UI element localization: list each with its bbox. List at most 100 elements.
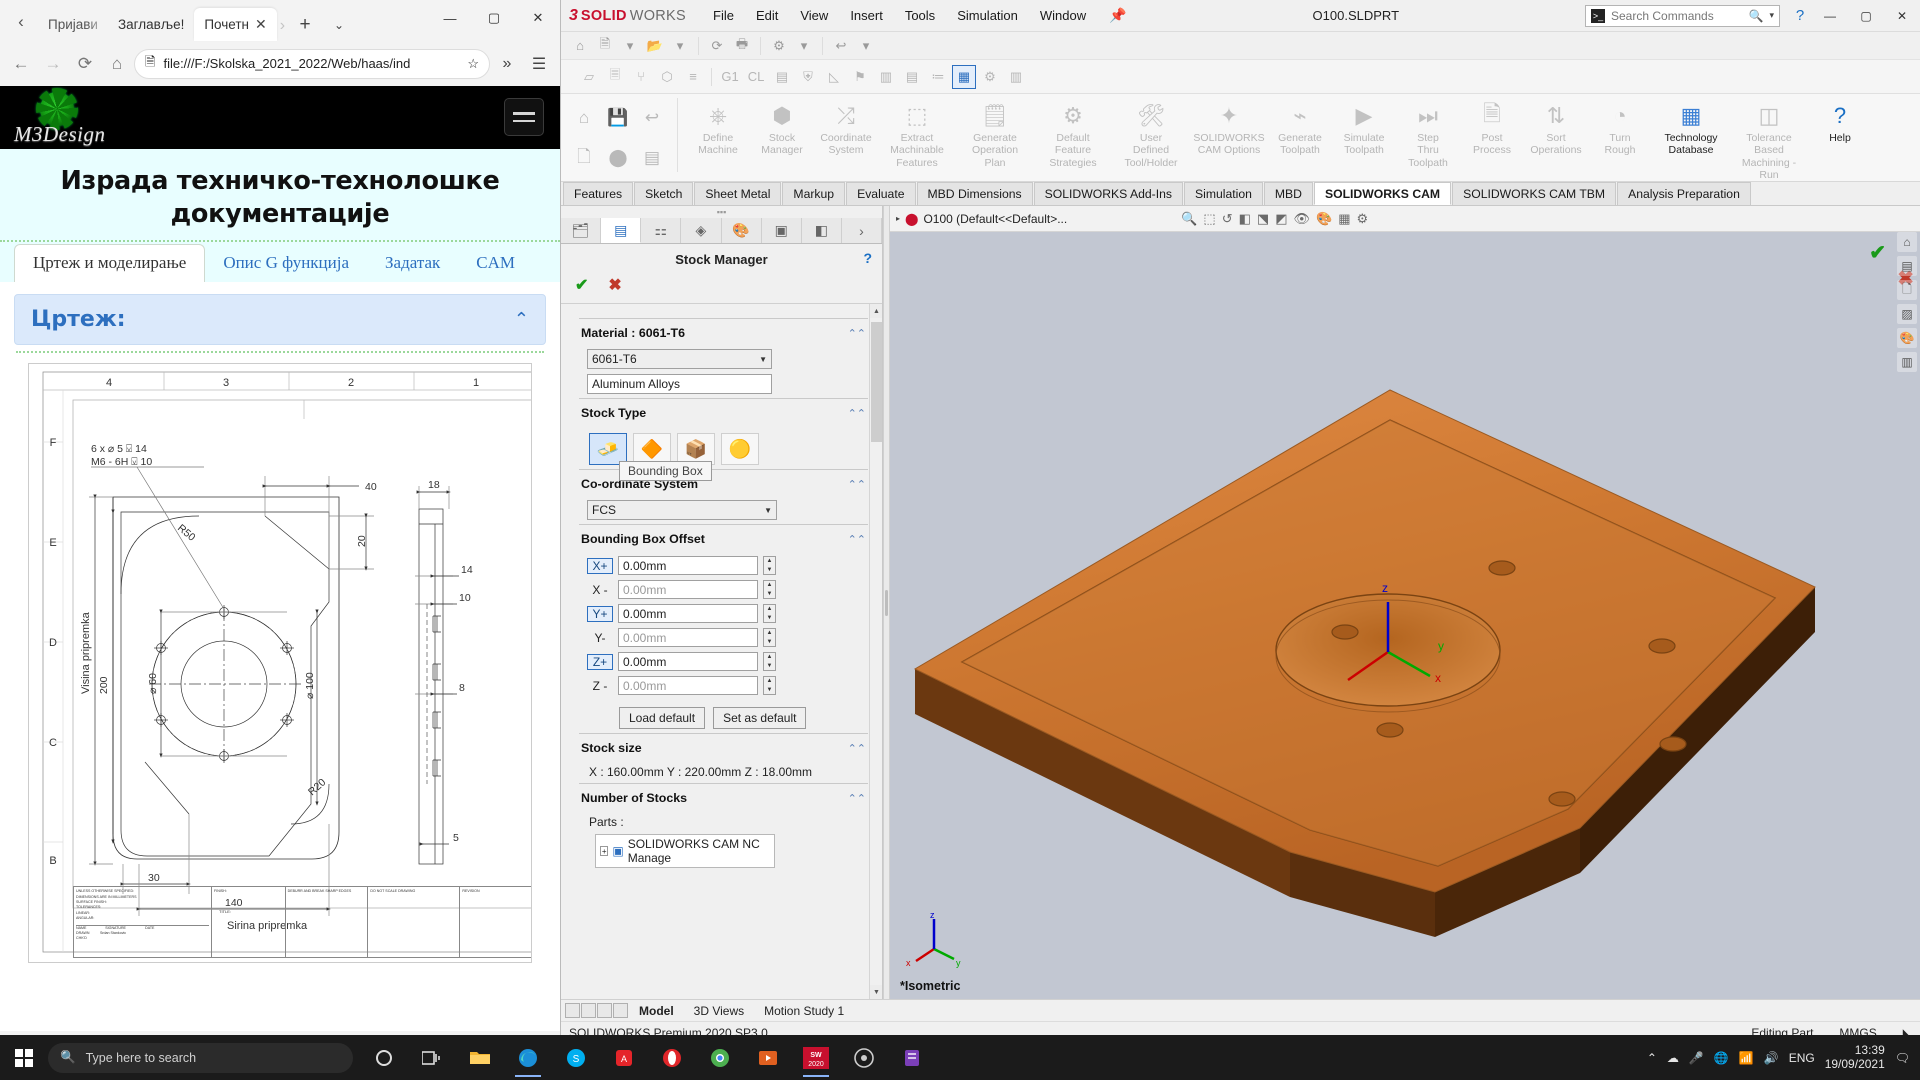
coordinate-system-select[interactable]: FCS ▼ [587, 500, 777, 520]
search-commands-box[interactable]: >_ Search Commands 🔍 ▾ [1585, 4, 1780, 27]
bar-icon[interactable]: ▥ [1004, 65, 1028, 89]
simulate-icon[interactable]: ⑂ [629, 65, 653, 89]
zoom-area-icon[interactable]: ⬚ [1203, 211, 1215, 227]
save-icon[interactable]: 💾 [607, 108, 628, 128]
cam-tree-icon[interactable]: 🎨 [722, 218, 762, 243]
pin-icon[interactable]: 📌 [1109, 7, 1126, 24]
speaker-icon[interactable]: 🔊 [1764, 1051, 1779, 1065]
chevron-up-icon[interactable]: ⌃ [514, 309, 529, 330]
display-manager-icon[interactable]: ◈ [681, 218, 722, 243]
offset-stepper-zminus[interactable]: ▲ ▼ [763, 676, 776, 695]
stl-file-icon[interactable]: 🟡 [721, 433, 759, 465]
rebuild-icon[interactable]: ⟳ [706, 35, 728, 57]
scrollbar-thumb[interactable] [871, 322, 882, 442]
view-settings-icon[interactable]: ⚙ [1357, 211, 1369, 227]
menu-view[interactable]: View [789, 4, 839, 27]
browser-more-icon[interactable]: » [492, 49, 522, 79]
scroll-up-icon[interactable]: ▲ [870, 304, 882, 318]
address-bar[interactable]: 🗎 file:///F:/Skolska_2021_2022/Web/haas/… [134, 48, 490, 79]
bottom-tab-3d-views[interactable]: 3D Views [684, 1004, 754, 1018]
decals-icon[interactable]: 🗋 [1897, 280, 1917, 300]
custom-properties-icon[interactable]: ▥ [1897, 352, 1917, 372]
menu-edit[interactable]: Edit [745, 4, 789, 27]
appearances-icon[interactable]: ◧ [802, 218, 842, 243]
settings-gear-icon[interactable]: ⚙ [978, 65, 1002, 89]
undo-icon[interactable]: ↩ [645, 108, 659, 128]
cortana-icon[interactable] [363, 1038, 405, 1078]
hide-show-icon[interactable]: 👁 [1294, 211, 1311, 227]
help-icon[interactable]: ? [863, 250, 872, 266]
rebuild-icon[interactable]: ⬤ [608, 148, 627, 168]
offset-stepper-yminus[interactable]: ▲ ▼ [763, 628, 776, 647]
edit-appearance-icon[interactable]: 🎨 [1316, 211, 1332, 227]
browser-minimize-button[interactable]: — [428, 0, 472, 36]
offset-stepper-yplus[interactable]: ▲ ▼ [763, 604, 776, 623]
accordion-drawing-header[interactable]: Цртеж: ⌃ [14, 294, 546, 346]
collapse-icon[interactable]: ⌃⌃ [848, 792, 866, 805]
collapse-icon[interactable]: ⌃⌃ [848, 533, 866, 546]
home-icon[interactable]: ⌂ [579, 108, 589, 128]
property-manager-scrollbar[interactable]: ▲ ▼ [869, 304, 882, 999]
tab-markup[interactable]: Markup [782, 182, 846, 205]
offset-input-zminus[interactable]: 0.00mm [618, 676, 758, 695]
list-icon[interactable]: ≔ [926, 65, 950, 89]
g1-icon[interactable]: G1 [718, 65, 742, 89]
simulate-toolpath-button[interactable]: ▶ Simulate Toolpath [1332, 98, 1396, 157]
set-as-default-button[interactable]: Set as default [713, 707, 807, 729]
panel-splitter[interactable] [883, 206, 890, 999]
help-button[interactable]: ? Help [1808, 98, 1872, 144]
bottom-tab-model[interactable]: Model [629, 1004, 684, 1018]
section-view-icon[interactable]: ◧ [1239, 211, 1251, 227]
tray-expand-icon[interactable]: ⌃ [1647, 1051, 1657, 1065]
report-icon[interactable]: ▤ [900, 65, 924, 89]
offset-label-xminus[interactable]: X - [587, 583, 613, 597]
close-tab-icon[interactable]: ✕ [255, 16, 267, 33]
browser-close-button[interactable]: ✕ [516, 0, 560, 36]
tab-simulation[interactable]: Simulation [1183, 182, 1263, 205]
3d-viewport[interactable]: x y z x y z *Isometric [890, 232, 1920, 999]
chevron-down-icon[interactable]: ▾ [1769, 10, 1774, 21]
new-doc-icon[interactable]: 🗎 [594, 35, 616, 57]
undo-icon[interactable]: ↩ [830, 35, 852, 57]
tab-solidworks-cam[interactable]: SOLIDWORKS CAM [1313, 182, 1452, 205]
collapse-icon[interactable]: ⌃⌃ [848, 407, 866, 420]
step-thru-icon[interactable]: ≡ [681, 65, 705, 89]
property-manager-icon[interactable]: ▤ [601, 218, 642, 243]
protect-icon[interactable]: ⛨ [796, 65, 820, 89]
offset-label-zminus[interactable]: Z - [587, 679, 613, 693]
panel-scroll-right-icon[interactable]: › [842, 218, 882, 243]
sw-minimize-button[interactable]: — [1812, 1, 1848, 31]
define-machine-button[interactable]: ⎈ Define Machine [686, 98, 750, 157]
tab-analysis-preparation[interactable]: Analysis Preparation [1617, 182, 1751, 205]
collapse-icon[interactable]: ⌃⌃ [848, 742, 866, 755]
help-icon[interactable]: ? [1788, 7, 1812, 24]
previous-view-icon[interactable]: ↺ [1222, 211, 1233, 227]
generate-toolpath-button[interactable]: ⌁ Generate Toolpath [1268, 98, 1332, 157]
offset-input-yplus[interactable]: 0.00mm [618, 604, 758, 623]
offset-stepper-xplus[interactable]: ▲ ▼ [763, 556, 776, 575]
default-strategies-button[interactable]: ⚙ Default Feature Strategies [1034, 98, 1112, 169]
post-process-icon[interactable]: 🗏 [603, 65, 627, 89]
tab-menu-button[interactable]: ⌄ [322, 8, 356, 41]
bounding-box-offset-section-header[interactable]: Bounding Box Offset ⌃⌃ [579, 524, 868, 551]
page-tab-cam[interactable]: CAM [458, 245, 533, 282]
chevron-down-icon[interactable]: ▼ [764, 506, 772, 515]
windows-start-icon[interactable] [0, 1048, 48, 1067]
browser-maximize-button[interactable]: ▢ [472, 0, 516, 36]
ok-button[interactable]: ✔ [575, 275, 588, 295]
menu-simulation[interactable]: Simulation [946, 4, 1029, 27]
back-icon[interactable]: ← [6, 49, 36, 79]
hamburger-menu-icon[interactable] [504, 98, 544, 136]
view-palette-icon[interactable]: ▤ [1897, 256, 1917, 276]
chevron-down-icon[interactable]: ▼ [759, 355, 767, 364]
shield-icon[interactable]: ⬡ [655, 65, 679, 89]
cancel-button[interactable]: ✖ [608, 275, 621, 295]
chart-icon[interactable]: ▥ [874, 65, 898, 89]
tree-expand-icon[interactable]: ▸ [896, 214, 900, 223]
print-icon[interactable]: 🖶 [731, 35, 753, 57]
tab-sketch[interactable]: Sketch [634, 182, 694, 205]
offset-input-xplus[interactable]: 0.00mm [618, 556, 758, 575]
network-icon[interactable]: 📶 [1739, 1051, 1754, 1065]
page-tab-task[interactable]: Задатак [367, 245, 458, 282]
task-view-icon[interactable] [411, 1038, 453, 1078]
